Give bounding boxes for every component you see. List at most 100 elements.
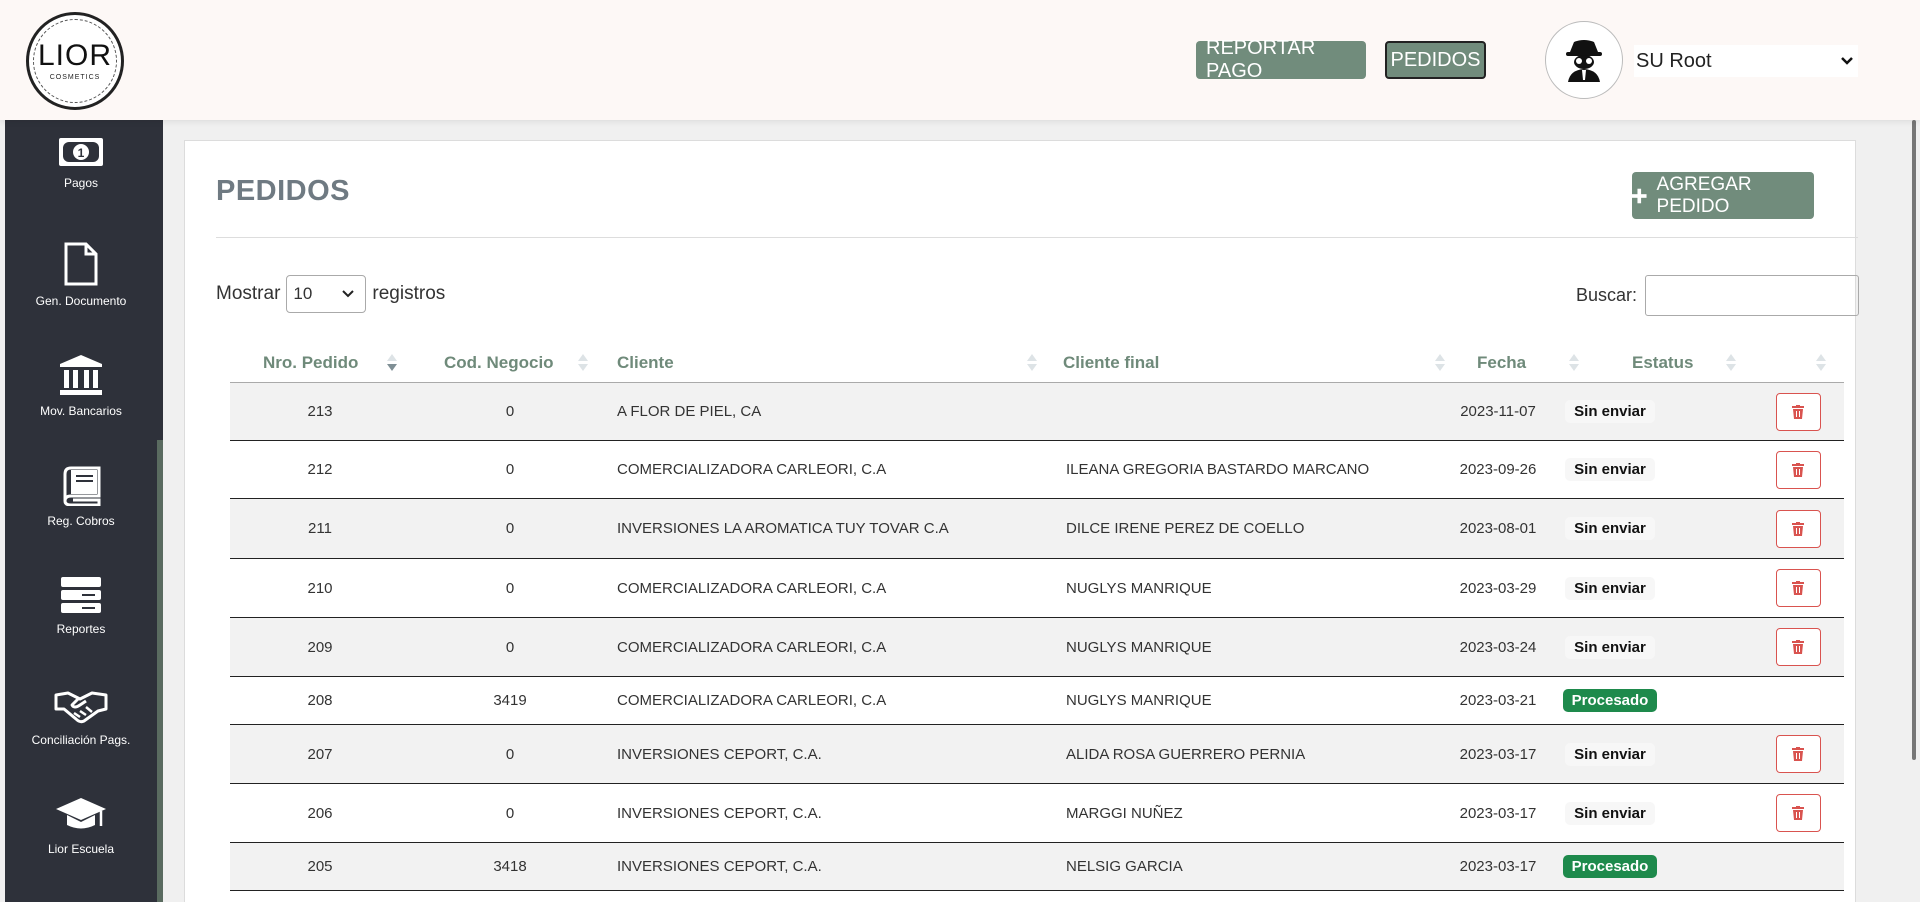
delete-button[interactable] bbox=[1775, 628, 1821, 666]
chevron-down-icon bbox=[1841, 57, 1853, 65]
table-row[interactable]: 211 0 INVERSIONES LA AROMATICA TUY TOVAR C… bbox=[230, 499, 1844, 559]
page-title: PEDIDOS bbox=[216, 175, 351, 207]
page-length-control: Mostrar 10 registros bbox=[216, 275, 445, 313]
col-header-cliente-final[interactable]: Cliente final bbox=[1063, 353, 1159, 373]
trash-icon bbox=[1792, 581, 1804, 595]
add-pedido-label: AGREGAR PEDIDO bbox=[1656, 173, 1752, 217]
page-length-select[interactable]: 10 bbox=[286, 275, 367, 313]
status-badge: Sin enviar bbox=[1565, 635, 1655, 659]
sort-icon[interactable] bbox=[578, 352, 588, 374]
sidebar-item-reg-cobros[interactable]: Reg. Cobros bbox=[5, 466, 157, 528]
cell-cliente-final: NUGLYS MANRIQUE bbox=[1066, 638, 1212, 656]
trash-icon bbox=[1792, 521, 1804, 536]
sort-desc-icon[interactable] bbox=[387, 352, 397, 374]
top-header: LIOR COSMETICS REPORTAR PAGO PEDIDOS SU … bbox=[0, 0, 1920, 120]
search-input[interactable] bbox=[1645, 275, 1860, 316]
cell-cliente: COMERCIALIZADORA CARLEORI, C.A bbox=[617, 461, 887, 478]
page-scrollbar[interactable] bbox=[1912, 120, 1916, 760]
delete-button[interactable] bbox=[1775, 569, 1821, 607]
add-pedido-button[interactable]: AGREGAR PEDIDO bbox=[1632, 172, 1814, 219]
cell-fecha: 2023-03-21 bbox=[1459, 692, 1537, 709]
table-body: 213 0 A FLOR DE PIEL, CA 2023-11-07 Sin envi… bbox=[230, 383, 1844, 891]
user-avatar[interactable] bbox=[1545, 21, 1623, 99]
delete-button[interactable] bbox=[1775, 392, 1821, 431]
status-badge: Procesado bbox=[1562, 855, 1658, 878]
sidebar: 1 Pagos Gen. Documento Mov. Bancarios Re bbox=[5, 120, 163, 902]
reportar-pago-button[interactable]: REPORTAR PAGO bbox=[1196, 37, 1366, 82]
cell-cliente-final: ALIDA ROSA GUERRERO PERNIA bbox=[1066, 745, 1306, 763]
sidebar-label-gen-documento: Gen. Documento bbox=[35, 294, 127, 308]
pedidos-button[interactable]: PEDIDOS bbox=[1385, 41, 1486, 79]
col-header-cliente[interactable]: Cliente bbox=[617, 353, 674, 373]
cell-cliente-final: MARGGI NUÑEZ bbox=[1066, 804, 1183, 822]
user-name: SU Root bbox=[1636, 49, 1712, 72]
table-row[interactable]: 208 3419 COMERCIALIZADORA CARLEORI, C.A NUG… bbox=[230, 677, 1844, 725]
sidebar-item-gen-documento[interactable]: Gen. Documento bbox=[5, 242, 157, 308]
sidebar-item-pagos[interactable]: 1 Pagos bbox=[5, 136, 157, 190]
cell-cliente-final: NUGLYS MANRIQUE bbox=[1066, 579, 1212, 597]
cell-nro-pedido: 206 bbox=[307, 804, 333, 822]
sort-icon[interactable] bbox=[1027, 352, 1037, 374]
cell-cliente-final: NUGLYS MANRIQUE bbox=[1066, 692, 1212, 709]
delete-button[interactable] bbox=[1775, 509, 1821, 548]
table-row[interactable]: 212 0 COMERCIALIZADORA CARLEORI, C.A ILEANA… bbox=[230, 441, 1844, 499]
cell-actions bbox=[1775, 383, 1821, 440]
delete-button[interactable] bbox=[1775, 450, 1821, 489]
table-row[interactable]: 213 0 A FLOR DE PIEL, CA 2023-11-07 Sin envi… bbox=[230, 383, 1844, 441]
sidebar-label-mov-bancarios: Mov. Bancarios bbox=[40, 404, 122, 418]
bank-icon bbox=[60, 355, 102, 395]
sidebar-item-conciliacion[interactable]: Conciliación Pags. bbox=[5, 685, 157, 747]
cell-actions bbox=[1775, 784, 1821, 842]
page-length-value: 10 bbox=[293, 284, 313, 303]
plus-icon bbox=[1632, 188, 1647, 203]
trash-icon bbox=[1792, 747, 1804, 761]
search-control: Buscar: bbox=[1576, 275, 1860, 316]
table-row[interactable]: 207 0 INVERSIONES CEPORT, C.A. ALIDA ROSA G… bbox=[230, 725, 1844, 784]
server-icon bbox=[61, 577, 101, 613]
delete-button[interactable] bbox=[1775, 735, 1821, 773]
sort-icon[interactable] bbox=[1435, 352, 1445, 374]
trash-icon bbox=[1792, 404, 1804, 419]
status-badge: Sin enviar bbox=[1565, 517, 1655, 540]
sidebar-item-reportes[interactable]: Reportes bbox=[5, 576, 157, 636]
sidebar-label-lior-escuela: Lior Escuela bbox=[47, 842, 115, 856]
col-header-estatus[interactable]: Estatus bbox=[1632, 353, 1693, 373]
sort-icon[interactable] bbox=[1816, 352, 1826, 374]
status-badge: Sin enviar bbox=[1565, 400, 1655, 423]
cell-estatus: Sin enviar bbox=[1560, 784, 1660, 842]
cell-estatus: Sin enviar bbox=[1560, 559, 1660, 617]
cell-cliente: A FLOR DE PIEL, CA bbox=[617, 403, 762, 420]
cell-cod-negocio: 0 bbox=[505, 804, 515, 822]
status-badge: Procesado bbox=[1562, 689, 1658, 712]
col-header-fecha[interactable]: Fecha bbox=[1477, 353, 1526, 373]
sidebar-label-reportes: Reportes bbox=[56, 622, 106, 636]
col-header-cod-negocio[interactable]: Cod. Negocio bbox=[444, 353, 554, 373]
table-row[interactable]: 209 0 COMERCIALIZADORA CARLEORI, C.A NUGLYS… bbox=[230, 618, 1844, 677]
cell-cod-negocio: 0 bbox=[505, 638, 515, 656]
table-row[interactable]: 210 0 COMERCIALIZADORA CARLEORI, C.A NUGLYS… bbox=[230, 559, 1844, 618]
sort-icon[interactable] bbox=[1726, 352, 1736, 374]
cell-actions bbox=[1775, 441, 1821, 498]
cell-estatus: Procesado bbox=[1560, 677, 1660, 724]
delete-button[interactable] bbox=[1775, 794, 1821, 832]
sidebar-item-lior-escuela[interactable]: Lior Escuela bbox=[5, 796, 157, 856]
cell-nro-pedido: 208 bbox=[307, 692, 333, 709]
trash-icon bbox=[1792, 640, 1804, 654]
cell-fecha: 2023-03-17 bbox=[1459, 804, 1537, 822]
table-row[interactable]: 206 0 INVERSIONES CEPORT, C.A. MARGGI NUÑEZ… bbox=[230, 784, 1844, 843]
pedidos-card: PEDIDOS AGREGAR PEDIDO Mostrar 10 regist… bbox=[184, 140, 1860, 902]
cell-estatus: Procesado bbox=[1560, 843, 1660, 890]
sidebar-item-mov-bancarios[interactable]: Mov. Bancarios bbox=[5, 354, 157, 418]
table-row[interactable]: 205 3418 INVERSIONES CEPORT, C.A. NELSIG GA… bbox=[230, 843, 1844, 891]
col-header-nro-pedido[interactable]: Nro. Pedido bbox=[263, 353, 358, 373]
status-badge: Sin enviar bbox=[1565, 576, 1655, 600]
brand-logo[interactable]: LIOR COSMETICS bbox=[26, 12, 124, 110]
sidebar-label-conciliacion: Conciliación Pags. bbox=[31, 733, 131, 747]
cell-fecha: 2023-08-01 bbox=[1459, 520, 1537, 537]
cell-actions bbox=[1775, 618, 1821, 676]
trash-icon bbox=[1792, 462, 1804, 477]
cell-estatus: Sin enviar bbox=[1560, 725, 1660, 783]
sort-icon[interactable] bbox=[1569, 352, 1579, 374]
user-select[interactable]: SU Root bbox=[1634, 45, 1858, 77]
status-badge: Sin enviar bbox=[1565, 801, 1655, 825]
